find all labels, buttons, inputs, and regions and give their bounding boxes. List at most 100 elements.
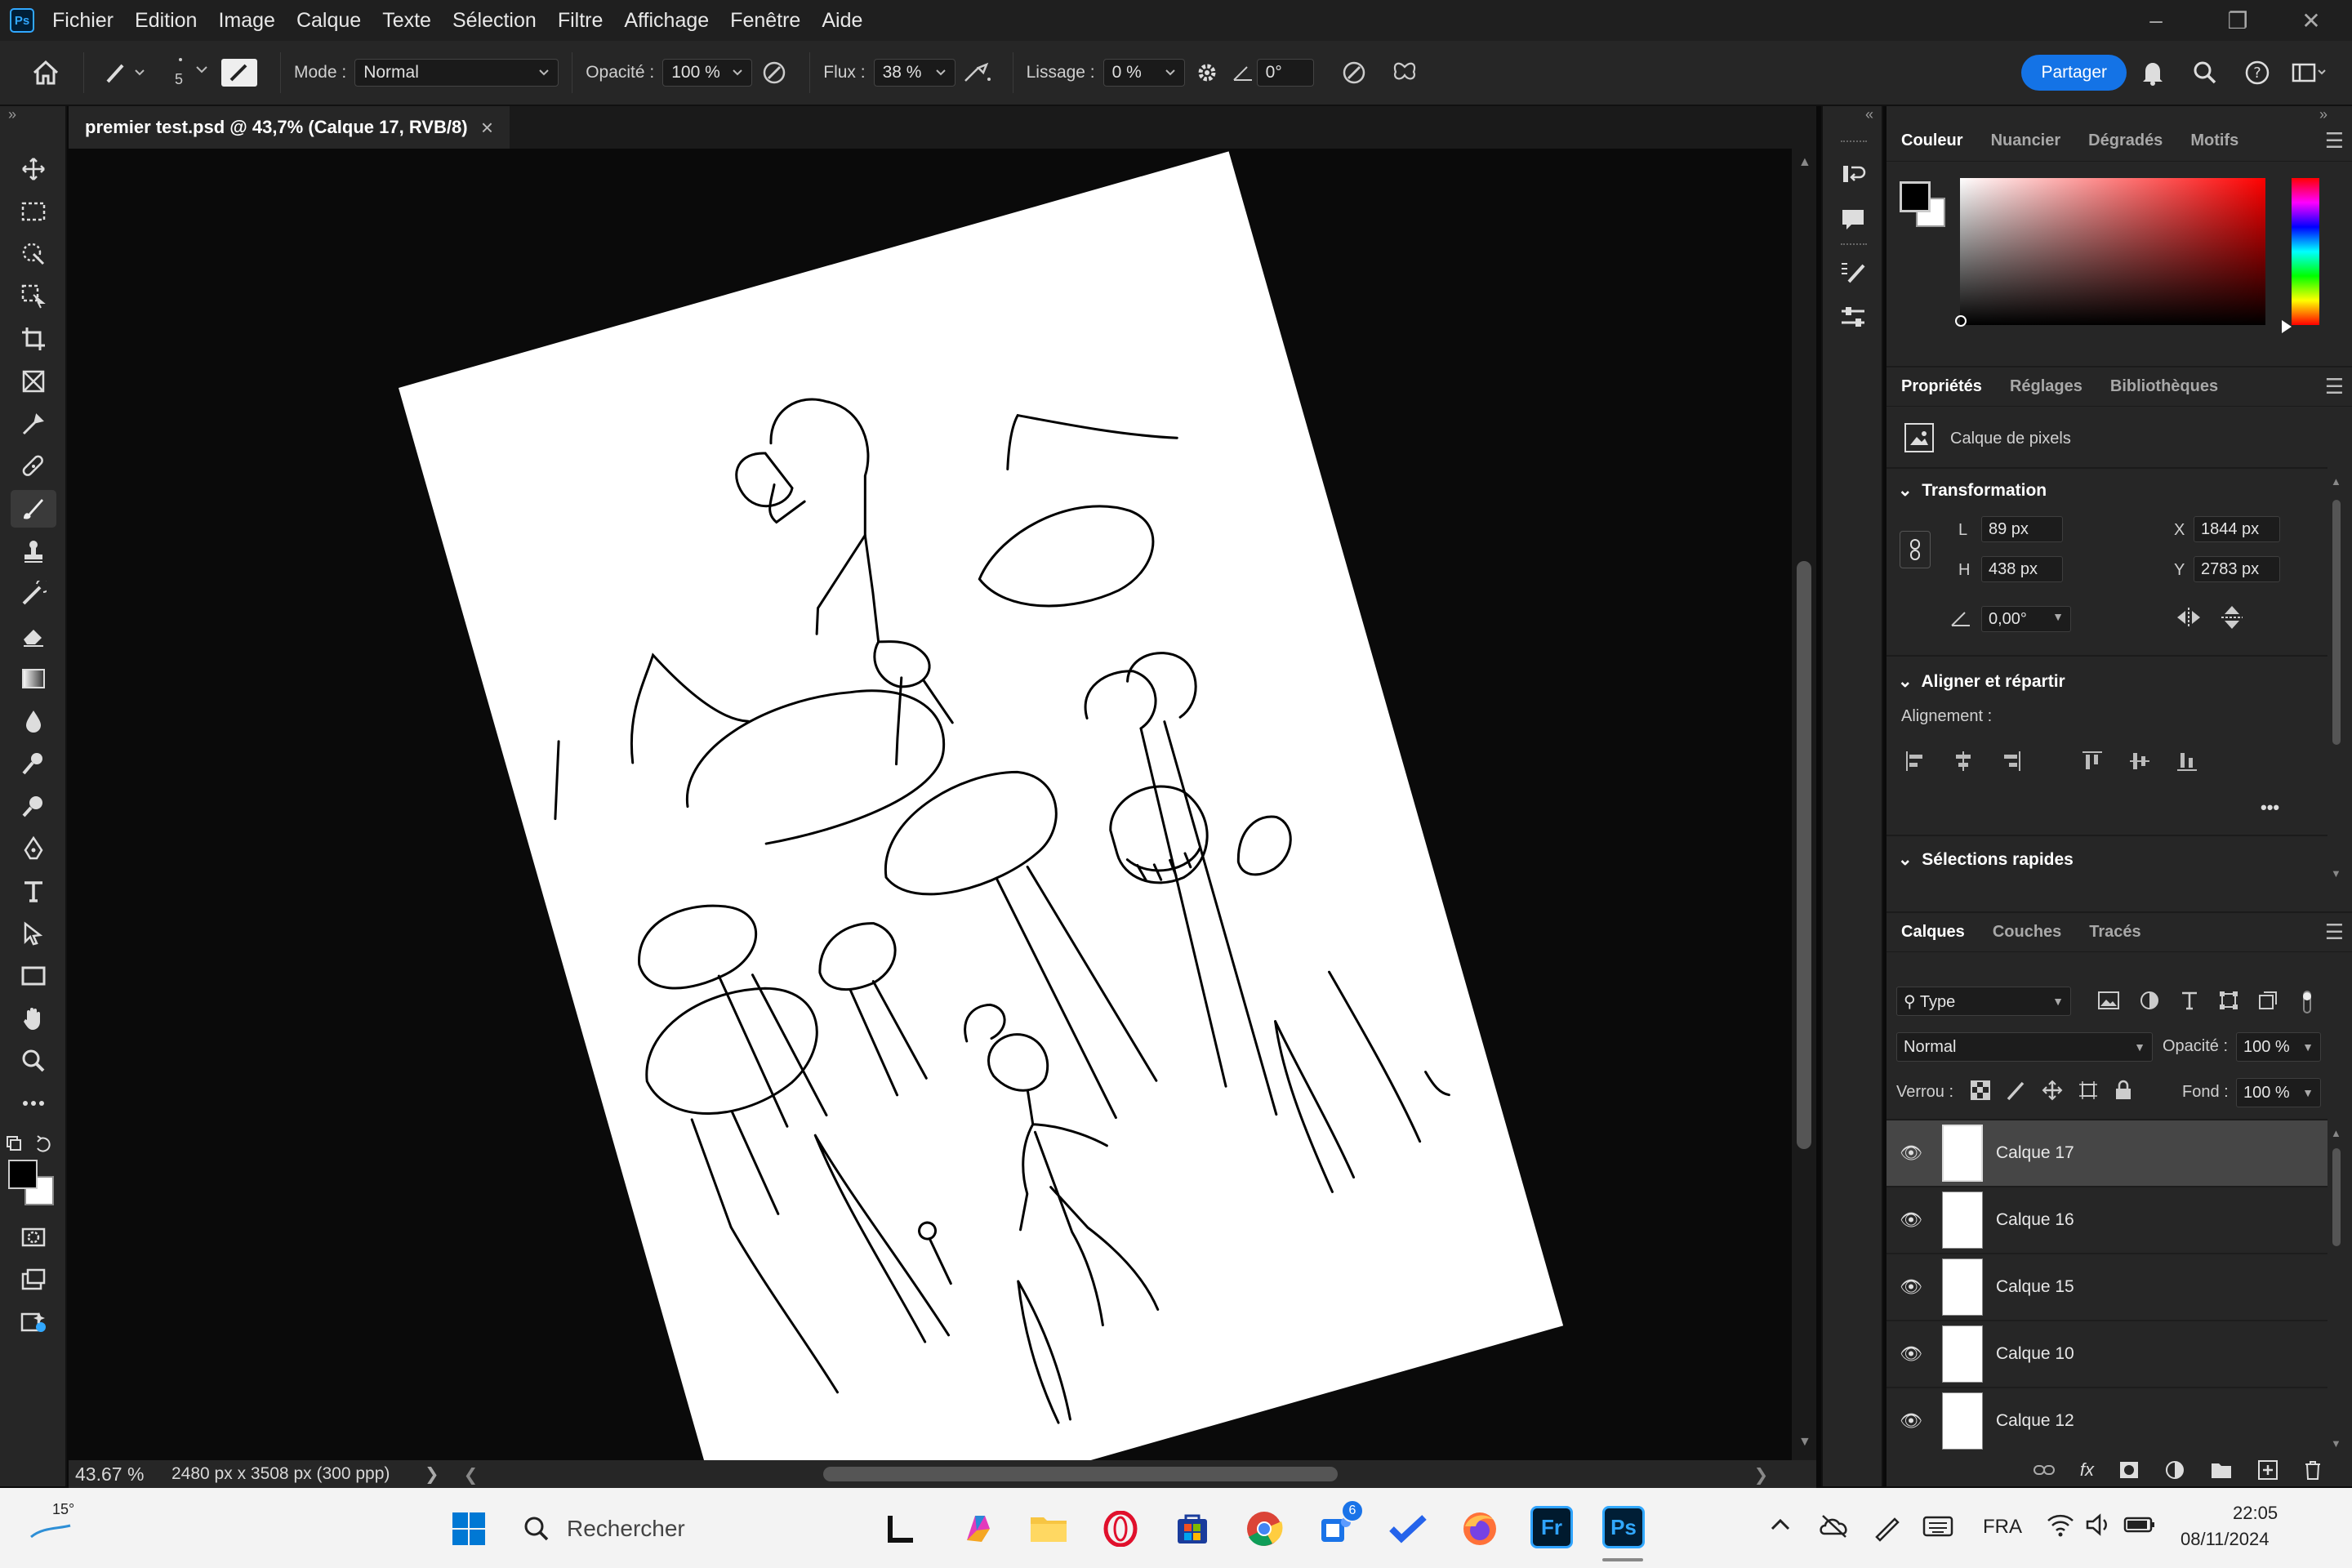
generative-fill-icon[interactable] (11, 1303, 56, 1341)
horizontal-scrollbar[interactable]: ❮ ❯ (464, 1463, 1771, 1485)
opera-icon[interactable] (1098, 1506, 1143, 1552)
width-field[interactable]: 89 px (1981, 516, 2063, 542)
taskbar-search[interactable]: Rechercher (523, 1512, 784, 1545)
copilot-icon[interactable] (956, 1506, 1001, 1552)
symmetry-butterfly-icon[interactable] (1383, 60, 1427, 85)
quick-mask-icon[interactable] (11, 1218, 56, 1256)
horizontal-scroll-thumb[interactable] (822, 1467, 1338, 1481)
foreground-color-swatch[interactable] (8, 1160, 38, 1189)
fresco-app-icon[interactable]: Fr (1530, 1506, 1573, 1548)
panel-menu-icon[interactable]: ☰ (2325, 128, 2344, 154)
opacity-field[interactable]: 100 % (662, 59, 753, 87)
align-bottom-icon[interactable] (2176, 750, 2198, 773)
magnifier-dodge-icon[interactable] (11, 787, 56, 825)
tab-traces[interactable]: Tracés (2089, 923, 2140, 942)
properties-scrollbar[interactable]: ▲ ▼ (2329, 475, 2344, 884)
new-layer-icon[interactable] (2257, 1459, 2278, 1481)
align-right-icon[interactable] (1999, 750, 2022, 773)
color-saturation-field[interactable] (1955, 178, 2265, 327)
menu-edition[interactable]: Edition (133, 6, 198, 36)
system-tray-quick-settings[interactable] (2047, 1512, 2156, 1537)
filter-pixel-icon[interactable] (2097, 990, 2120, 1011)
lock-all-icon[interactable] (2114, 1080, 2133, 1101)
help-icon[interactable]: ? (2231, 60, 2283, 86)
color-picker-handle[interactable] (1955, 315, 1967, 327)
filter-toggle-icon[interactable] (2296, 990, 2318, 1014)
restore-button[interactable]: ❐ (2205, 0, 2270, 41)
brush-settings-panel-icon[interactable] (221, 59, 257, 87)
eyedropper-tool-icon[interactable] (11, 405, 56, 443)
airbrush-icon[interactable] (956, 60, 1000, 86)
color-panel-swatches[interactable] (1900, 181, 1949, 230)
todo-check-icon[interactable] (1385, 1506, 1431, 1552)
link-dimensions-icon[interactable] (1900, 531, 1931, 568)
brush-size-picker[interactable]: 5 (163, 48, 212, 97)
more-options-icon[interactable]: ••• (2261, 797, 2279, 818)
panel-menu-icon[interactable]: ☰ (2325, 374, 2344, 399)
pen-tool-icon[interactable] (11, 830, 56, 867)
menu-fichier[interactable]: Fichier (51, 6, 115, 36)
microsoft-store-icon[interactable] (1169, 1506, 1215, 1552)
tab-bibliotheques[interactable]: Bibliothèques (2110, 377, 2218, 396)
tab-couches[interactable]: Couches (1993, 923, 2061, 942)
close-window-button[interactable]: ✕ (2278, 0, 2344, 41)
layer-row[interactable]: 👁 Calque 17 (1886, 1120, 2328, 1187)
brush-preset-picker[interactable] (97, 60, 154, 85)
brushes-panel-icon[interactable] (1834, 253, 1872, 291)
layer-effects-fx-icon[interactable]: fx (2080, 1459, 2094, 1481)
menu-fenetre[interactable]: Fenêtre (728, 6, 802, 36)
filter-type-icon[interactable] (2179, 990, 2200, 1011)
filter-shape-icon[interactable] (2218, 990, 2239, 1011)
layers-scrollbar[interactable]: ▲ ▼ (2329, 1127, 2344, 1454)
clone-stamp-tool-icon[interactable] (11, 532, 56, 570)
input-language[interactable]: FRA (1983, 1516, 2022, 1539)
path-selection-tool-icon[interactable] (11, 915, 56, 952)
history-brush-tool-icon[interactable] (11, 575, 56, 612)
dodge-tool-icon[interactable] (11, 745, 56, 782)
swap-colors-controls[interactable] (5, 1134, 62, 1153)
chrome-icon[interactable] (1241, 1506, 1287, 1552)
lock-position-icon[interactable] (2042, 1080, 2063, 1101)
foreground-color-swatch[interactable] (1900, 181, 1931, 212)
panel-menu-icon[interactable]: ☰ (2325, 920, 2344, 945)
object-select-tool-icon[interactable] (11, 278, 56, 315)
add-mask-icon[interactable] (2118, 1460, 2140, 1480)
tab-proprietes[interactable]: Propriétés (1901, 377, 1982, 396)
tab-reglages[interactable]: Réglages (2010, 377, 2082, 396)
photoshop-app-icon[interactable]: Ps (1602, 1506, 1645, 1548)
menu-texte[interactable]: Texte (381, 6, 433, 36)
workspace-layout-icon[interactable] (2283, 62, 2336, 83)
new-group-folder-icon[interactable] (2210, 1460, 2233, 1480)
type-tool-icon[interactable] (11, 872, 56, 910)
zoom-tool-icon[interactable] (11, 1042, 56, 1080)
healing-brush-tool-icon[interactable] (11, 448, 56, 485)
layer-opacity-field[interactable]: 100 % ▼ (2236, 1032, 2321, 1062)
tab-calques[interactable]: Calques (1901, 923, 1965, 942)
flip-vertical-icon[interactable] (2220, 604, 2244, 635)
gradient-tool-icon[interactable] (11, 660, 56, 697)
teams-icon[interactable]: 6 (1313, 1499, 1364, 1552)
show-hidden-icons-chevron[interactable] (1769, 1516, 1792, 1536)
comments-panel-icon[interactable] (1834, 201, 1872, 238)
vertical-scrollbar[interactable]: ▲ ▼ (1792, 149, 1816, 1460)
menu-image[interactable]: Image (216, 6, 276, 36)
brush-tool-icon[interactable] (11, 490, 56, 528)
layer-row[interactable]: 👁 Calque 16 (1886, 1187, 2328, 1254)
layer-row[interactable]: 👁 Calque 12 (1886, 1388, 2328, 1454)
x-position-field[interactable]: 1844 px (2194, 516, 2280, 542)
foreground-background-color-swatches[interactable] (8, 1160, 57, 1209)
new-adjustment-layer-icon[interactable] (2164, 1459, 2185, 1481)
history-panel-icon[interactable] (1834, 155, 1872, 193)
rectangle-tool-icon[interactable] (11, 957, 56, 995)
tab-couleur[interactable]: Couleur (1901, 131, 1963, 150)
brush-angle-field[interactable]: 0° (1256, 59, 1314, 87)
firefox-icon[interactable] (1457, 1506, 1503, 1552)
more-tools-icon[interactable] (11, 1085, 56, 1122)
visibility-eye-icon[interactable]: 👁 (1886, 1143, 1936, 1164)
scroll-up-icon[interactable]: ▲ (1798, 155, 1811, 170)
pen-icon[interactable] (1872, 1512, 1901, 1546)
pressure-opacity-icon[interactable] (752, 59, 796, 87)
screen-mode-icon[interactable] (11, 1261, 56, 1298)
scroll-right-icon[interactable]: ❯ (1754, 1465, 1769, 1486)
height-field[interactable]: 438 px (1981, 556, 2063, 582)
